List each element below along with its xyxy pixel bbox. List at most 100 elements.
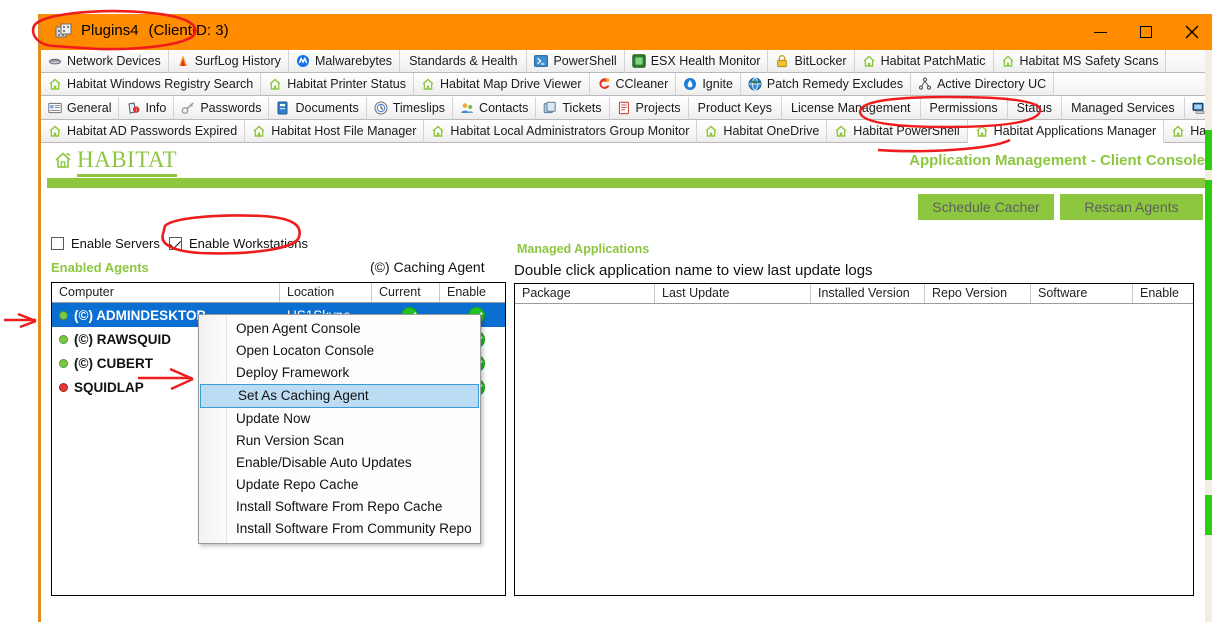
habitat-icon — [252, 124, 266, 138]
apps-col-installed-version[interactable]: Installed Version — [811, 284, 925, 303]
application-window: Plugins4 (ClientID: 3) Network Devices Sur… — [38, 14, 1212, 622]
tab-habitat-windows-registry-search[interactable]: Habitat Windows Registry Search — [41, 73, 262, 96]
enabled-agents-label: Enabled Agents — [51, 260, 149, 275]
tab-surflog-history[interactable]: SurfLog History — [168, 50, 289, 73]
tab-label: Tickets — [562, 101, 602, 115]
contacts-icon — [460, 101, 474, 115]
tab-status[interactable]: Status — [1007, 97, 1063, 120]
tab-passwords[interactable]: Passwords — [174, 97, 270, 120]
tab-habitat-ms-safety-scans[interactable]: Habitat MS Safety Scans — [993, 50, 1167, 73]
tab-row-filler — [1054, 73, 1212, 96]
action-button-row: Schedule Cacher Rescan Agents — [41, 194, 1212, 222]
tab-tickets[interactable]: Tickets — [536, 97, 610, 120]
habitat-house-icon — [53, 150, 73, 175]
menu-item-open-locaton-console[interactable]: Open Locaton Console — [199, 340, 480, 362]
checkbox-box-servers[interactable] — [51, 237, 64, 250]
tab-label: Patch Remedy Excludes — [766, 77, 904, 91]
tab-esx-health-monitor[interactable]: ESX Health Monitor — [624, 50, 769, 73]
tab-habitat-map-drive-viewer[interactable]: Habitat Map Drive Viewer — [414, 73, 590, 96]
agents-col-enable[interactable]: Enable — [440, 283, 505, 302]
rescan-agents-button[interactable]: Rescan Agents — [1060, 194, 1203, 220]
tab-license-management[interactable]: License Management — [782, 97, 921, 120]
agents-col-computer[interactable]: Computer — [52, 283, 280, 302]
habitat-logo: HABITAT — [53, 147, 178, 177]
tab-patch-remedy-excludes[interactable]: Patch Remedy Excludes — [740, 73, 912, 96]
tab-standards-health[interactable]: Standards & Health — [400, 50, 528, 73]
tab-habitat-host-file-manager[interactable]: Habitat Host File Manager — [245, 120, 425, 143]
schedule-cacher-button[interactable]: Schedule Cacher — [918, 194, 1054, 220]
window-client-id: (ClientID: 3) — [148, 22, 229, 39]
tab-bitlocker[interactable]: BitLocker — [768, 50, 855, 73]
apps-col-last-update[interactable]: Last Update — [655, 284, 811, 303]
tab-label: Habitat MS Safety Scans — [1019, 54, 1159, 68]
surflog-icon — [176, 54, 190, 68]
menu-item-open-agent-console[interactable]: Open Agent Console — [199, 318, 480, 340]
computers-icon — [1192, 101, 1206, 115]
enable-workstations-checkbox[interactable]: Enable Workstations — [169, 236, 308, 251]
enable-servers-checkbox[interactable]: Enable Servers — [51, 236, 160, 251]
tab-info[interactable]: i Info — [119, 97, 175, 120]
agents-col-current[interactable]: Current — [372, 283, 440, 302]
menu-item-update-repo-cache[interactable]: Update Repo Cache — [199, 474, 480, 496]
managed-applications-table[interactable]: Package Last Update Installed Version Repo … — [514, 283, 1194, 596]
tab-ccleaner[interactable]: CCleaner — [589, 73, 677, 96]
tab-permissions[interactable]: Permissions — [920, 97, 1008, 120]
tab-ignite[interactable]: Ignite — [676, 73, 741, 96]
menu-item-update-now[interactable]: Update Now — [199, 408, 480, 430]
menu-item-install-software-from-repo-cache[interactable]: Install Software From Repo Cache — [199, 496, 480, 518]
tab-managed-services[interactable]: Managed Services — [1062, 97, 1185, 120]
habitat-icon — [704, 124, 718, 138]
info-icon: i — [126, 101, 140, 115]
tab-network-devices[interactable]: Network Devices — [41, 50, 169, 73]
agent-status-dot — [59, 382, 68, 392]
habitat-icon — [862, 54, 876, 68]
tab-label: Malwarebytes — [314, 54, 393, 68]
tab-label: Standards & Health — [409, 54, 518, 68]
tab-habitat-printer-status[interactable]: Habitat Printer Status — [261, 73, 414, 96]
menu-item-run-version-scan[interactable]: Run Version Scan — [199, 430, 480, 452]
tab-habitat-patchmatic[interactable]: Habitat PatchMatic — [854, 50, 994, 73]
tab-timeslips[interactable]: Timeslips — [366, 97, 454, 120]
maximize-icon[interactable] — [1123, 14, 1169, 50]
agents-col-location[interactable]: Location — [280, 283, 372, 302]
scroll-segment-middle — [1205, 180, 1212, 480]
menu-item-set-as-caching-agent[interactable]: Set As Caching Agent — [200, 384, 479, 408]
menu-item-deploy-framework[interactable]: Deploy Framework — [199, 362, 480, 384]
tab-label: Passwords — [200, 101, 262, 115]
apps-col-software[interactable]: Software — [1031, 284, 1133, 303]
svg-text:i: i — [136, 107, 137, 113]
tab-habitat-ad-passwords-expired[interactable]: Habitat AD Passwords Expired — [41, 120, 246, 143]
tab-active-directory-uc[interactable]: Active Directory UC — [911, 73, 1055, 96]
tab-habitat-powershell[interactable]: Habitat PowerShell — [827, 120, 968, 143]
apps-col-repo-version[interactable]: Repo Version — [925, 284, 1031, 303]
tab-contacts[interactable]: Contacts — [453, 97, 537, 120]
tab-general[interactable]: General — [41, 97, 120, 120]
checkbox-box-workstations[interactable] — [169, 237, 182, 250]
window-title: Plugins4 (ClientID: 3) — [81, 22, 229, 39]
tab-product-keys[interactable]: Product Keys — [688, 97, 783, 120]
apps-col-package[interactable]: Package — [515, 284, 655, 303]
tab-documents[interactable]: Documents — [269, 97, 367, 120]
apps-col-enable[interactable]: Enable — [1133, 284, 1193, 303]
tab-label: Permissions — [929, 101, 998, 115]
plugins-icon — [55, 23, 73, 41]
tab-label: ESX Health Monitor — [650, 54, 761, 68]
habitat-icon — [834, 124, 848, 138]
tab-malwarebytes[interactable]: Malwarebytes — [288, 50, 401, 73]
tab-projects[interactable]: Projects — [609, 97, 689, 120]
right-scroll-strip[interactable] — [1205, 50, 1212, 622]
tab-habitat-local-administrators-group-monitor[interactable]: Habitat Local Administrators Group Monit… — [424, 120, 698, 143]
menu-item-enable-disable-auto-updates[interactable]: Enable/Disable Auto Updates — [199, 452, 480, 474]
tab-powershell[interactable]: PowerShell — [527, 50, 625, 73]
minimize-icon[interactable] — [1077, 14, 1123, 50]
tab-habitat-applications-manager[interactable]: Habitat Applications Manager — [967, 120, 1165, 143]
enable-workstations-label: Enable Workstations — [189, 236, 308, 251]
agent-context-menu[interactable]: Open Agent Console Open Locaton Console De… — [198, 314, 481, 544]
network-devices-icon — [48, 54, 62, 68]
menu-item-install-software-from-community-repo[interactable]: Install Software From Community Repo — [199, 518, 480, 540]
agent-name: (©) ADMINDESKTOP — [74, 307, 206, 323]
tab-row-3: General i Info Passwords Documents Timeslips C… — [41, 97, 1212, 120]
tab-label: Info — [145, 101, 167, 115]
tab-habitat-onedrive[interactable]: Habitat OneDrive — [697, 120, 828, 143]
close-icon[interactable] — [1169, 14, 1212, 50]
